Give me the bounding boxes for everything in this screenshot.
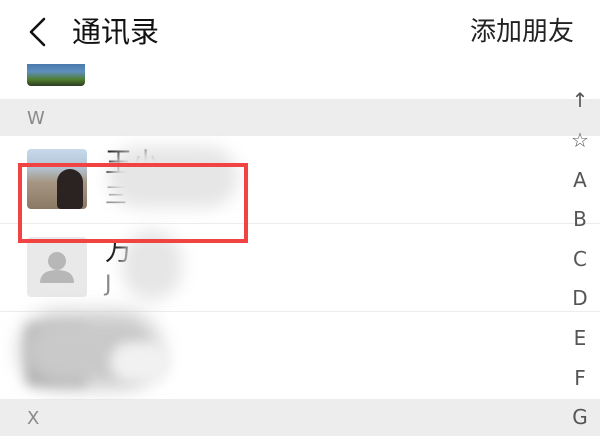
navigation-bar: 通讯录 添加朋友 (0, 0, 600, 64)
index-c[interactable]: C (560, 247, 600, 271)
section-letter: X (27, 408, 40, 429)
index-b[interactable]: B (560, 207, 600, 231)
page-title: 通讯录 (72, 15, 160, 49)
alphabet-index-bar[interactable]: ↑ ☆ A B C D E F G (560, 88, 600, 438)
add-friend-button[interactable]: 添加朋友 (470, 12, 574, 52)
list-item-partial[interactable] (0, 64, 600, 100)
contact-subtitle: J (105, 272, 112, 297)
default-user-icon (27, 237, 87, 297)
section-letter: W (27, 108, 45, 129)
index-star[interactable]: ☆ (560, 128, 600, 152)
index-f[interactable]: F (560, 366, 600, 390)
index-e[interactable]: E (560, 326, 600, 350)
highlight-box (18, 163, 248, 243)
index-g[interactable]: G (560, 405, 600, 429)
index-top[interactable]: ↑ (560, 88, 600, 112)
section-header-x: X (0, 400, 600, 436)
contact-item[interactable] (0, 312, 600, 400)
section-header-w: W (0, 100, 600, 136)
photo-avatar (27, 64, 85, 86)
privacy-blur (110, 342, 170, 382)
chevron-left-icon[interactable] (24, 16, 56, 48)
contact-list[interactable]: W 王小 三 万 J X (0, 64, 600, 448)
index-d[interactable]: D (560, 286, 600, 310)
index-a[interactable]: A (560, 168, 600, 192)
